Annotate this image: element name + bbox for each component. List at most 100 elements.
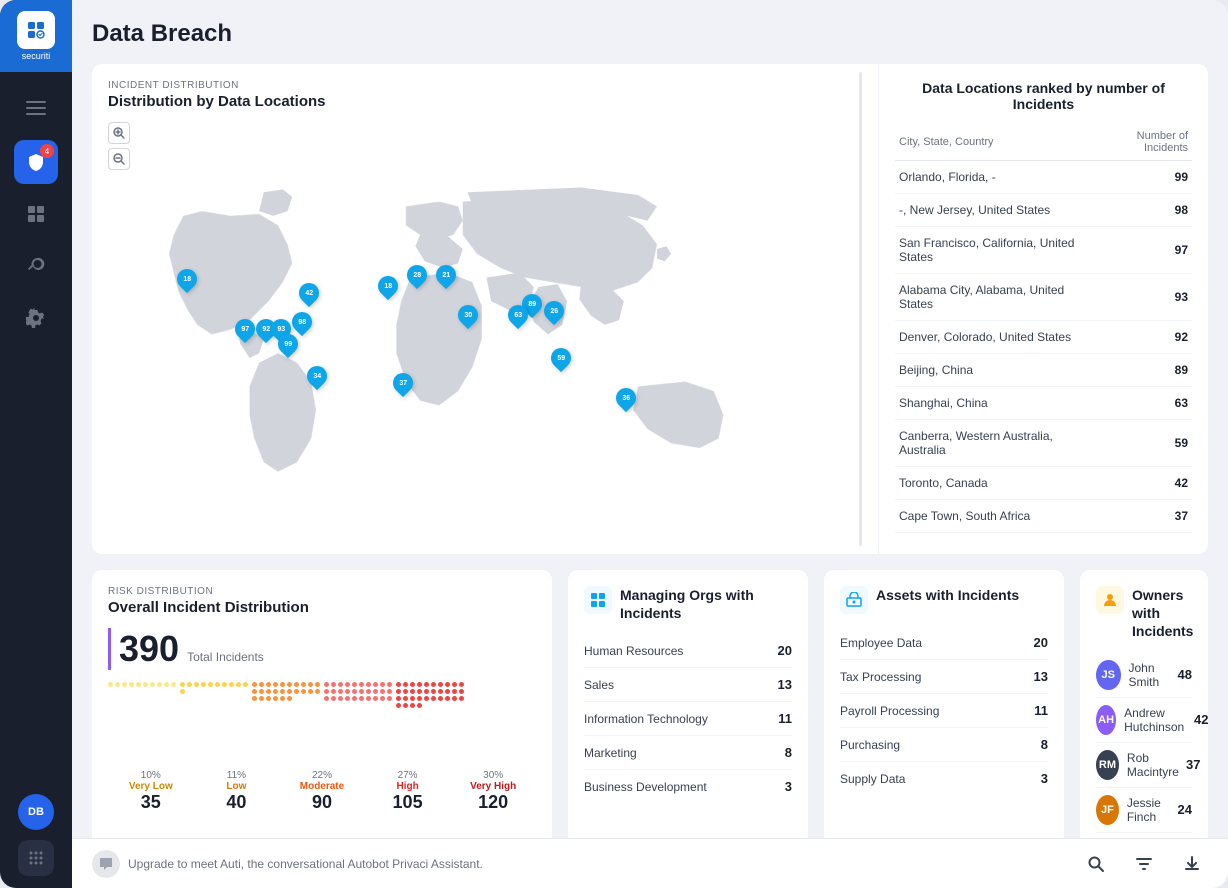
risk-label-moderate: 22% Moderate 90	[279, 770, 365, 813]
map-controls	[108, 122, 827, 170]
map-pin: 18	[374, 272, 402, 300]
export-button[interactable]	[1176, 848, 1208, 880]
location-count: 97	[1093, 227, 1192, 274]
menu-toggle[interactable]	[16, 88, 56, 128]
asset-count: 11	[1034, 703, 1048, 718]
risk-dot	[403, 689, 408, 694]
risk-dot	[266, 682, 271, 687]
owner-row: RM Rob Macintyre 37	[1096, 743, 1192, 788]
logo-text: securiti	[22, 51, 51, 61]
risk-dot	[396, 689, 401, 694]
risk-dot	[287, 682, 292, 687]
map-subtitle: Incident Distribution	[108, 80, 827, 91]
risk-dot	[187, 682, 192, 687]
risk-dot	[396, 703, 401, 708]
zoom-out-button[interactable]	[108, 148, 130, 170]
table-row: San Francisco, California, United States…	[895, 227, 1192, 274]
risk-dot	[403, 703, 408, 708]
page-title: Data Breach	[92, 20, 1208, 48]
map-pin: 59	[547, 344, 575, 372]
risk-dot	[259, 689, 264, 694]
map-pins: 184218282197929398993034378926635936	[108, 178, 827, 538]
total-number: 390	[119, 628, 179, 670]
risk-count: 90	[279, 792, 365, 813]
filter-button[interactable]	[1128, 848, 1160, 880]
risk-dot	[345, 682, 350, 687]
list-item: Tax Processing 13	[840, 660, 1048, 694]
risk-dot	[373, 682, 378, 687]
bottom-bar: Upgrade to meet Auti, the conversational…	[72, 838, 1228, 888]
map-pin: 21	[432, 261, 460, 289]
risk-dot	[222, 682, 227, 687]
sidebar-item-shield[interactable]: 4	[14, 140, 58, 184]
risk-count: 105	[365, 792, 451, 813]
risk-dot	[366, 696, 371, 701]
user-avatar[interactable]: DB	[18, 794, 54, 830]
logo-area: securiti	[0, 0, 72, 72]
risk-dot	[273, 696, 278, 701]
list-item: Payroll Processing 11	[840, 694, 1048, 728]
risk-dot	[431, 689, 436, 694]
location-name: Alabama City, Alabama, United States	[895, 274, 1093, 321]
location-name: Canberra, Western Australia, Australia	[895, 420, 1093, 467]
risk-dot	[252, 682, 257, 687]
apps-button[interactable]	[18, 840, 54, 876]
chat-icon	[92, 850, 120, 878]
risk-dot	[338, 682, 343, 687]
risk-level-label: High	[365, 781, 451, 792]
risk-dot	[150, 682, 155, 687]
risk-dot	[287, 689, 292, 694]
org-count: 8	[785, 745, 792, 760]
risk-dot	[445, 696, 450, 701]
risk-dot	[287, 696, 292, 701]
asset-count: 8	[1041, 737, 1048, 752]
orgs-icon	[584, 586, 612, 614]
dot-group-very-high	[396, 682, 464, 762]
locations-table: City, State, Country Number of Incidents…	[895, 124, 1192, 533]
sidebar-item-settings[interactable]	[14, 296, 58, 340]
risk-dot	[108, 682, 113, 687]
risk-level-label: Low	[194, 781, 280, 792]
owner-name: Jessie Finch	[1127, 796, 1178, 824]
risk-dot	[180, 682, 185, 687]
map-pin: 18	[173, 265, 201, 293]
risk-dot	[438, 696, 443, 701]
sidebar-bottom: DB	[18, 794, 54, 876]
risk-dot	[273, 689, 278, 694]
risk-level-label: Very High	[450, 781, 536, 792]
sidebar: securiti 4	[0, 0, 72, 888]
location-count: 37	[1093, 500, 1192, 533]
owner-name: Rob Macintyre	[1127, 751, 1186, 779]
owner-count: 42	[1194, 712, 1208, 727]
risk-dot	[331, 682, 336, 687]
risk-dot	[324, 689, 329, 694]
risk-dot	[345, 696, 350, 701]
risk-dot	[352, 696, 357, 701]
search-button[interactable]	[1080, 848, 1112, 880]
risk-subtitle: Risk Distribution	[108, 586, 536, 597]
risk-dot	[359, 689, 364, 694]
sidebar-item-tools[interactable]	[14, 244, 58, 288]
table-row: Cape Town, South Africa 37	[895, 500, 1192, 533]
owner-count: 24	[1178, 802, 1192, 817]
map-title: Distribution by Data Locations	[108, 93, 827, 110]
risk-dot	[417, 689, 422, 694]
risk-dot	[373, 696, 378, 701]
sidebar-item-dashboard[interactable]	[14, 192, 58, 236]
risk-dot	[352, 689, 357, 694]
risk-dot	[373, 689, 378, 694]
asset-count: 20	[1034, 635, 1048, 650]
risk-percent: 30%	[450, 770, 536, 781]
risk-dot	[259, 696, 264, 701]
zoom-in-button[interactable]	[108, 122, 130, 144]
risk-dot	[352, 682, 357, 687]
risk-dot	[410, 703, 415, 708]
risk-dot	[387, 682, 392, 687]
risk-dot	[331, 689, 336, 694]
location-name: Shanghai, China	[895, 387, 1093, 420]
asset-name: Payroll Processing	[840, 704, 939, 718]
avatar: JF	[1096, 795, 1119, 825]
risk-dot	[294, 682, 299, 687]
map-pin: 37	[389, 369, 417, 397]
table-row: Toronto, Canada 42	[895, 467, 1192, 500]
